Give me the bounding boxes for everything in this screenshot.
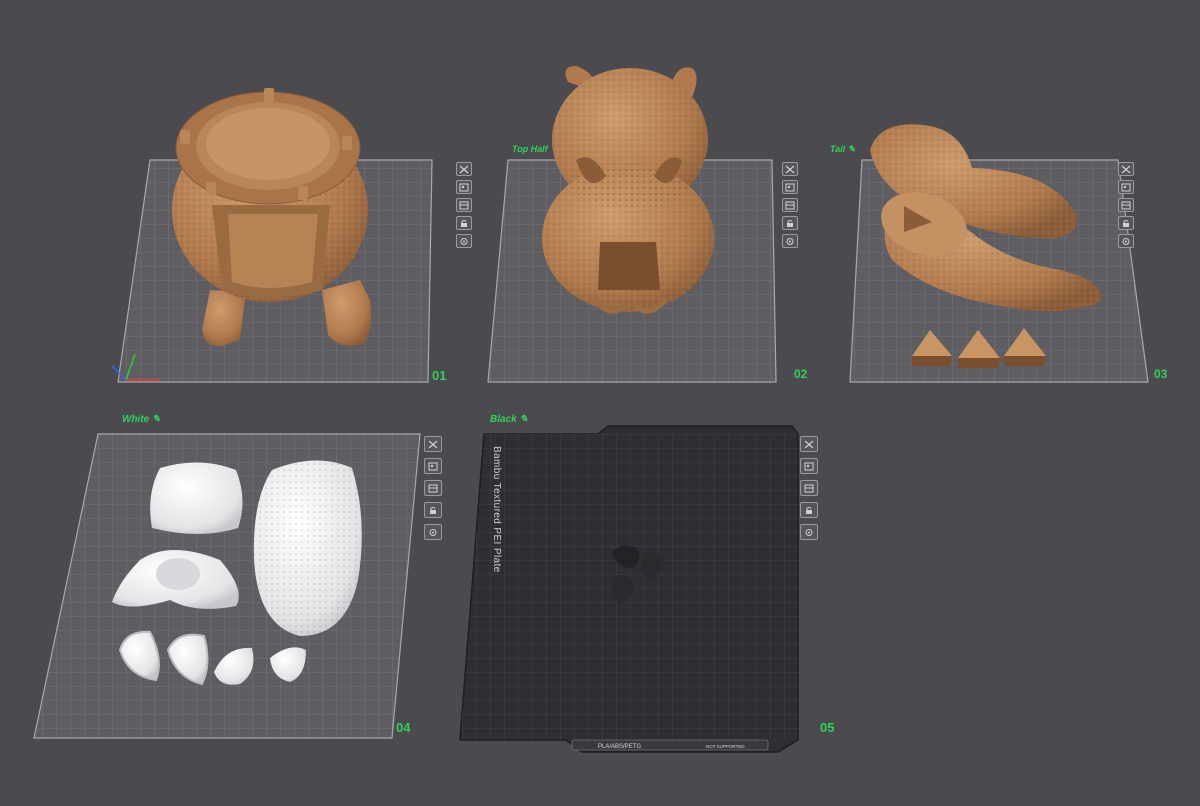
arrange-icon <box>785 183 795 191</box>
plate-03-settings-button[interactable] <box>1118 234 1134 248</box>
plate-04-lock-button[interactable] <box>424 502 442 518</box>
plate-05-bed-label: Bambu Textured PEI Plate <box>491 446 502 573</box>
plate-02-number: 02 <box>794 367 808 381</box>
plate-02-settings-button[interactable] <box>782 234 798 248</box>
settings-icon <box>429 528 437 536</box>
settings-icon <box>805 528 813 536</box>
arrange-icon <box>804 462 814 470</box>
plate-05-close-button[interactable] <box>800 436 818 452</box>
plate-01-close-button[interactable] <box>456 162 472 176</box>
build-plate-canvas[interactable]: 01 Top Half 02 Tail ✎ 03 White ✎ 04 Blac… <box>0 0 1200 806</box>
plate-02-arrange-button[interactable] <box>782 180 798 194</box>
close-icon <box>785 165 795 173</box>
model-tail-pins[interactable] <box>912 328 1046 368</box>
plate-01-orient-button[interactable] <box>456 198 472 212</box>
plate-03-name: Tail ✎ <box>830 144 855 154</box>
arrange-icon <box>459 183 469 191</box>
plate-01-number: 01 <box>432 368 446 383</box>
plate-05[interactable]: Black ✎ Bambu Textured PEI Plate PLA/ABS… <box>459 414 834 753</box>
plate-02-name: Top Half <box>512 144 549 154</box>
plate-03-orient-button[interactable] <box>1118 198 1134 212</box>
plate-02[interactable]: Top Half 02 <box>487 66 808 383</box>
plate-04-settings-button[interactable] <box>424 524 442 540</box>
arrange-icon <box>428 462 438 470</box>
plate-05-arrange-button[interactable] <box>800 458 818 474</box>
plate-05-name: Black ✎ <box>490 414 528 425</box>
plate-01-settings-button[interactable] <box>456 234 472 248</box>
plate-03-lock-button[interactable] <box>1118 216 1134 230</box>
plate-01[interactable]: 01 <box>111 88 446 383</box>
plate-05-toolbar <box>800 436 818 540</box>
close-icon <box>1121 165 1131 173</box>
plate-03-toolbar <box>1118 162 1134 248</box>
orient-icon <box>1121 201 1131 209</box>
lock-icon <box>806 506 812 514</box>
close-icon <box>804 440 814 448</box>
plate-04-toolbar <box>424 436 442 540</box>
orient-icon <box>804 484 814 492</box>
model-top-half[interactable] <box>542 66 714 314</box>
lock-icon <box>461 219 467 227</box>
close-icon <box>428 440 438 448</box>
plate-04-name: White ✎ <box>122 414 160 425</box>
plate-04-arrange-button[interactable] <box>424 458 442 474</box>
plate-03-arrange-button[interactable] <box>1118 180 1134 194</box>
orient-icon <box>459 201 469 209</box>
lock-icon <box>430 506 436 514</box>
plate-04-number: 04 <box>396 720 411 735</box>
plate-05-footer-filament: PLA/ABS/PETG <box>598 744 641 750</box>
plate-05-number: 05 <box>820 720 834 735</box>
plate-01-toolbar <box>456 162 472 248</box>
plate-05-lock-button[interactable] <box>800 502 818 518</box>
settings-icon <box>460 237 468 245</box>
lock-icon <box>787 219 793 227</box>
plate-02-lock-button[interactable] <box>782 216 798 230</box>
plate-04-orient-button[interactable] <box>424 480 442 496</box>
plate-02-orient-button[interactable] <box>782 198 798 212</box>
plate-01-lock-button[interactable] <box>456 216 472 230</box>
close-icon <box>459 165 469 173</box>
plate-01-arrange-button[interactable] <box>456 180 472 194</box>
orient-icon <box>785 201 795 209</box>
plate-04-close-button[interactable] <box>424 436 442 452</box>
arrange-icon <box>1121 183 1131 191</box>
plate-03-close-button[interactable] <box>1118 162 1134 176</box>
settings-icon <box>1122 237 1130 245</box>
plate-03-number: 03 <box>1154 367 1168 381</box>
plate-04[interactable]: White ✎ 04 <box>33 414 421 739</box>
plate-05-settings-button[interactable] <box>800 524 818 540</box>
plate-05-footer-side: NOT SUPPORTED <box>706 744 745 749</box>
plate-05-orient-button[interactable] <box>800 480 818 496</box>
plate-02-close-button[interactable] <box>782 162 798 176</box>
settings-icon <box>786 237 794 245</box>
plate-02-toolbar <box>782 162 798 248</box>
lock-icon <box>1123 219 1129 227</box>
orient-icon <box>428 484 438 492</box>
